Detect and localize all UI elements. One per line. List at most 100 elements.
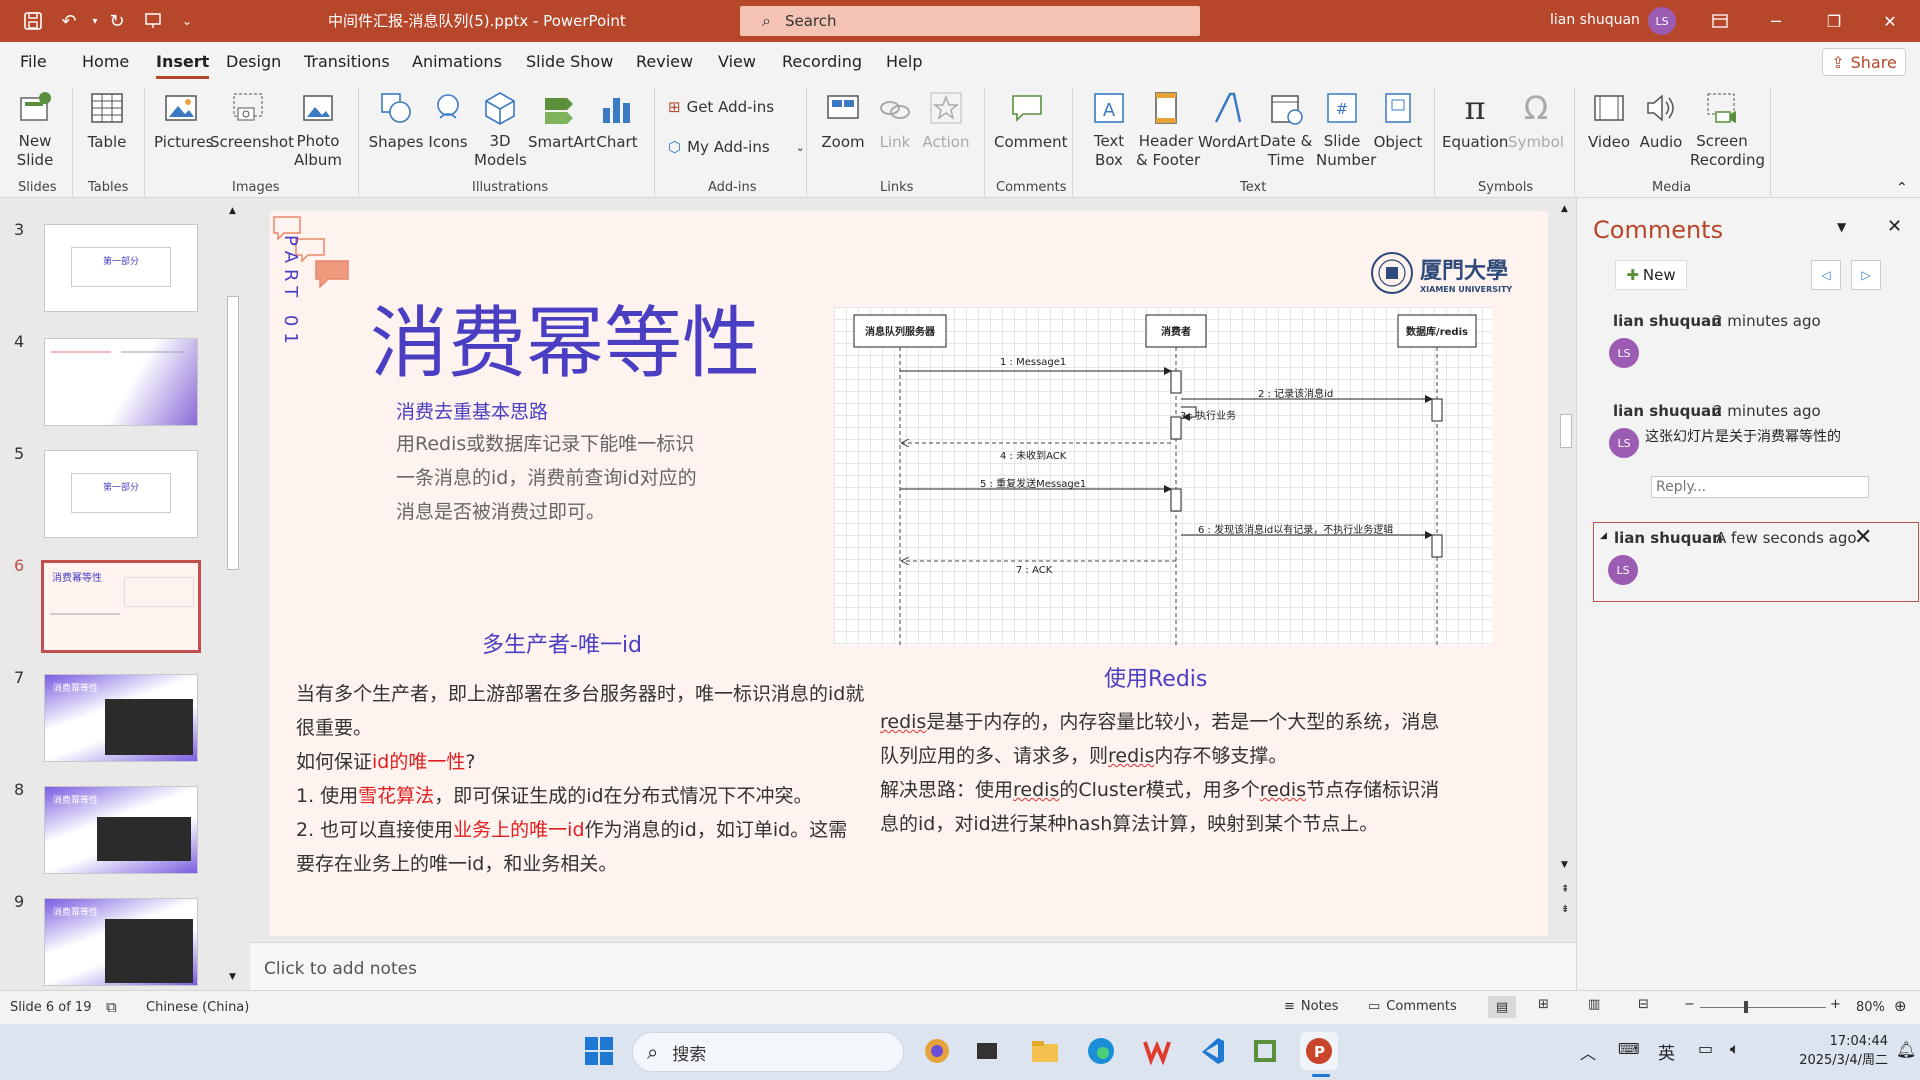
notification-bell-icon[interactable]: 🔔︎	[1896, 1040, 1916, 1059]
undo-icon[interactable]: ↶	[56, 8, 82, 34]
scroll-down-icon[interactable]: ▼	[1561, 860, 1568, 870]
slide-number-button[interactable]: # Slide Number	[1316, 88, 1376, 170]
slide-thumbnail-3[interactable]: 第一部分	[44, 224, 198, 312]
comments-toggle[interactable]: ▭ Comments	[1368, 999, 1457, 1014]
search-box[interactable]: ⌕ Search	[740, 6, 1200, 36]
smartart-button[interactable]: SmartArt	[528, 88, 596, 152]
tab-help[interactable]: Help	[886, 52, 922, 71]
fit-slide-icon[interactable]: ⊕	[1894, 997, 1907, 1015]
scroll-up-icon[interactable]: ▲	[1561, 204, 1568, 214]
zoom-slider[interactable]	[1700, 1007, 1826, 1008]
screenshot-button[interactable]: Screenshot	[210, 88, 294, 152]
date-time-button[interactable]: Date & Time	[1260, 88, 1312, 170]
action-button[interactable]: Action	[922, 88, 970, 152]
3d-models-button[interactable]: 3D Models	[474, 88, 527, 170]
my-addins-button[interactable]: ⬡ My Add-ins ⌄	[668, 138, 805, 156]
previous-comment-icon[interactable]: ◁	[1811, 260, 1841, 290]
scroll-up-icon[interactable]: ▲	[229, 206, 236, 216]
slide-sorter-icon[interactable]: ⊞	[1538, 997, 1549, 1012]
slide-thumbnail-8[interactable]: 消费幂等性	[44, 786, 198, 874]
section2-body[interactable]: 当有多个生产者，即上游部署在多台服务器时，唯一标识消息的id就很重要。 如何保证…	[296, 677, 866, 881]
chart-button[interactable]: Chart	[594, 88, 640, 152]
vscode-icon[interactable]	[1192, 1032, 1230, 1070]
new-comment-button[interactable]: ✚ New	[1615, 260, 1687, 290]
zoom-level[interactable]: 80%	[1856, 1000, 1885, 1015]
video-button[interactable]: Video	[1586, 88, 1632, 152]
restore-icon[interactable]: ❐	[1814, 6, 1854, 36]
slide-thumbnail-9[interactable]: 消费幂等性	[44, 898, 198, 986]
redo-icon[interactable]: ↻	[104, 8, 130, 34]
comment-button[interactable]: Comment	[994, 88, 1068, 152]
slide-thumbnail-5[interactable]: 第一部分	[44, 450, 198, 538]
new-slide-button[interactable]: New Slide	[6, 88, 64, 170]
section2-heading[interactable]: 多生产者-唯一id	[482, 627, 642, 659]
thumbnail-scrollbar[interactable]: ▲ ▼	[226, 206, 240, 982]
section1-body[interactable]: 用Redis或数据库记录下能唯一标识一条消息的id，消费前查询id对应的消息是否…	[396, 427, 706, 529]
section3-body[interactable]: redis是基于内存的，内存容量比较小，若是一个大型的系统，消息队列应用的多、请…	[880, 705, 1450, 841]
screen-recording-button[interactable]: Screen Recording	[1690, 88, 1765, 170]
minimize-icon[interactable]: ─	[1756, 6, 1796, 36]
photo-album-button[interactable]: Photo Album	[290, 88, 346, 170]
notes-toggle[interactable]: ≡ Notes	[1284, 999, 1338, 1014]
sequence-diagram[interactable]: 消息队列服务器 消费者 数据库/redis 1 : Message1 2 : 记…	[834, 307, 1492, 645]
close-icon[interactable]: ✕	[1870, 6, 1910, 36]
pane-options-icon[interactable]: ▼	[1837, 220, 1846, 234]
notes-pane[interactable]: Click to add notes	[250, 942, 1576, 992]
table-button[interactable]: Table	[82, 88, 132, 152]
slide-canvas[interactable]: PART 01 消费幂等性 厦門大學 XIAMEN UNIVERSITY 消费去…	[270, 211, 1548, 936]
symbol-button[interactable]: Ω Symbol	[1508, 88, 1564, 152]
ribbon-display-icon[interactable]	[1700, 6, 1740, 36]
share-button[interactable]: ⇪ Share	[1822, 48, 1906, 76]
shapes-button[interactable]: Shapes	[368, 88, 424, 152]
previous-slide-icon[interactable]: ⇞	[1561, 884, 1569, 895]
tab-view[interactable]: View	[718, 52, 756, 71]
user-name[interactable]: lian shuquan	[1550, 12, 1640, 28]
app-icon[interactable]	[1246, 1032, 1284, 1070]
scrollbar-thumb[interactable]	[1560, 414, 1572, 448]
tab-animations[interactable]: Animations	[412, 52, 502, 71]
slide-thumbnail-6[interactable]: 消费幂等性	[41, 560, 201, 653]
zoom-slider-thumb[interactable]	[1744, 1001, 1748, 1013]
next-comment-icon[interactable]: ▷	[1851, 260, 1881, 290]
language-indicator[interactable]: Chinese (China)	[146, 1000, 249, 1015]
equation-button[interactable]: π Equation	[1442, 88, 1508, 152]
start-icon[interactable]	[580, 1032, 618, 1070]
accessibility-icon[interactable]: ⧉	[106, 998, 117, 1016]
edge-icon[interactable]	[1082, 1032, 1120, 1070]
autosave-icon[interactable]	[20, 8, 46, 34]
present-icon[interactable]	[140, 8, 166, 34]
wps-icon[interactable]	[1138, 1032, 1176, 1070]
wordart-button[interactable]: WordArt	[1198, 88, 1259, 152]
tab-transitions[interactable]: Transitions	[304, 52, 390, 71]
tab-file[interactable]: File	[20, 52, 47, 71]
tab-slide-show[interactable]: Slide Show	[526, 52, 613, 71]
taskbar-search[interactable]: ⌕ 搜索	[632, 1032, 904, 1072]
volume-icon[interactable]: 🔈︎	[1730, 1039, 1740, 1059]
audio-button[interactable]: Audio	[1638, 88, 1684, 152]
reply-input[interactable]	[1651, 476, 1869, 498]
powerpoint-icon[interactable]: P	[1300, 1032, 1338, 1070]
pictures-button[interactable]: Pictures	[154, 88, 213, 152]
chevron-up-icon[interactable]: ︿	[1580, 1040, 1596, 1064]
scroll-down-icon[interactable]: ▼	[229, 972, 236, 982]
section1-heading[interactable]: 消费去重基本思路	[396, 397, 548, 424]
tab-home[interactable]: Home	[82, 52, 129, 71]
slide-scrollbar[interactable]: ▲ ▼ ⇞ ⇟	[1558, 204, 1574, 924]
get-addins-button[interactable]: ⊞ Get Add-ins	[668, 98, 774, 116]
reading-view-icon[interactable]: ▥	[1588, 997, 1600, 1012]
customize-toolbar-icon[interactable]: ⌄	[174, 8, 200, 34]
ime-indicator[interactable]: 英	[1658, 1039, 1675, 1064]
copilot-icon[interactable]	[918, 1032, 956, 1070]
active-comment-card[interactable]: ◢ lian shuquan A few seconds ago ✕ LS	[1593, 522, 1919, 602]
zoom-button[interactable]: Zoom	[820, 88, 866, 152]
collapse-thread-icon[interactable]: ◢	[1600, 531, 1607, 541]
section3-heading[interactable]: 使用Redis	[1104, 661, 1207, 693]
zoom-out-icon[interactable]: −	[1684, 997, 1695, 1012]
avatar[interactable]: LS	[1648, 7, 1676, 35]
clock[interactable]: 17:04:44 2025/3/4/周二	[1776, 1032, 1888, 1070]
slideshow-view-icon[interactable]: ⊟	[1638, 997, 1649, 1012]
header-footer-button[interactable]: Header & Footer	[1136, 88, 1200, 170]
collapse-ribbon-icon[interactable]: ⌃	[1896, 180, 1908, 196]
zoom-in-icon[interactable]: +	[1830, 997, 1841, 1012]
file-explorer-icon[interactable]	[1026, 1032, 1064, 1070]
